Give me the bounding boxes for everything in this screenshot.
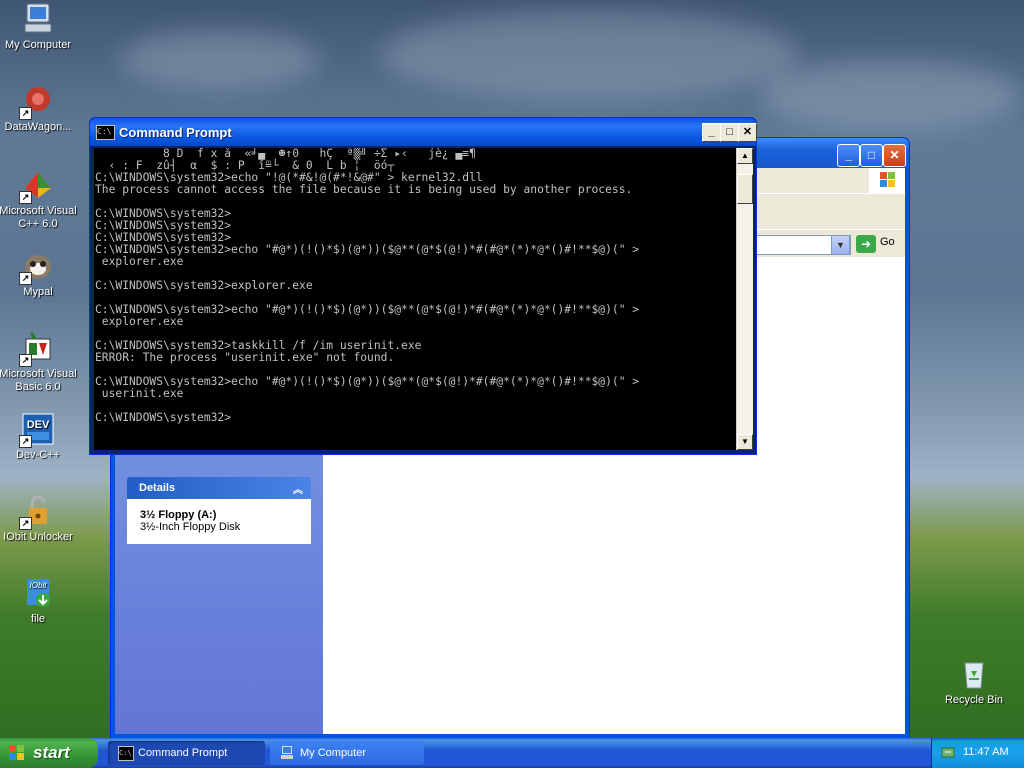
- details-item-name: 3½ Floppy (A:): [140, 509, 217, 521]
- console-line: C:\WINDOWS\system32>echo "#@*)(!()*$)(@*…: [95, 303, 640, 316]
- explorer-maximize-button[interactable]: □: [860, 144, 883, 167]
- cloud: [760, 60, 1020, 130]
- cmd-title: Command Prompt: [119, 125, 232, 140]
- desktop-icon-mypal[interactable]: ↗ Mypal: [0, 249, 80, 299]
- svg-text:DEV: DEV: [27, 419, 50, 431]
- console-line: C:\WINDOWS\system32>explorer.exe: [95, 279, 313, 292]
- cmd-close-button[interactable]: ✕: [738, 123, 757, 142]
- windows-logo-icon: [869, 168, 905, 193]
- explorer-close-button[interactable]: ✕: [883, 144, 906, 167]
- cloud: [120, 30, 320, 90]
- command-prompt-window[interactable]: C:\ Command Prompt _ □ ✕ 8 D f x å «╛▄ ☻…: [89, 117, 757, 455]
- go-arrow-icon[interactable]: ➜: [856, 235, 876, 253]
- console-output[interactable]: 8 D f x å «╛▄ ☻↑0 hÇ ª▒╝ ÷Σ ▸‹ jè¿ ▄≡¶ ‹…: [94, 148, 736, 450]
- desktop-icon-recycle-bin[interactable]: Recycle Bin: [932, 657, 1016, 707]
- scroll-down-button[interactable]: ▼: [737, 434, 753, 450]
- console-line: C:\WINDOWS\system32>: [95, 411, 232, 424]
- taskbar: start C:\ Command Prompt My Computer 11:…: [0, 738, 1024, 768]
- desktop-icon-file[interactable]: IObit file: [0, 576, 80, 626]
- start-label: start: [33, 743, 70, 762]
- scroll-up-button[interactable]: ▲: [737, 148, 753, 164]
- system-tray: 11:47 AM: [931, 738, 1024, 768]
- console-line: C:\WINDOWS\system32>echo "#@*)(!()*$)(@*…: [95, 243, 640, 256]
- file-icon: IObit: [21, 576, 55, 610]
- cmd-minimize-button[interactable]: _: [702, 123, 721, 142]
- my-computer-icon: [281, 746, 293, 759]
- cloud: [380, 10, 800, 100]
- desktop-icon-visual-basic[interactable]: ↗ Microsoft Visual Basic 6.0: [0, 331, 80, 394]
- desktop-icon-my-computer[interactable]: My Computer: [0, 2, 80, 52]
- address-dropdown-button[interactable]: ▼: [831, 235, 850, 255]
- details-item-type: 3½-Inch Floppy Disk: [140, 521, 241, 533]
- datawagon-icon: ↗: [19, 84, 55, 120]
- clock[interactable]: 11:47 AM: [963, 746, 1009, 758]
- shortcut-arrow-icon: ↗: [19, 354, 32, 367]
- visual-basic-icon: ↗: [19, 331, 55, 367]
- cmd-icon: C:\: [96, 125, 115, 140]
- taskbar-button-command-prompt[interactable]: C:\ Command Prompt: [108, 741, 265, 765]
- windows-flag-icon: [9, 745, 24, 760]
- console-line: The process cannot access the file becau…: [95, 183, 633, 196]
- desktop-icon-devcpp[interactable]: DEV ↗ Dev-C++: [0, 412, 80, 462]
- shortcut-arrow-icon: ↗: [19, 107, 32, 120]
- collapse-chevron-icon[interactable]: ︽: [293, 481, 303, 496]
- desktop-icon-iobit-unlocker[interactable]: ↗ IObit Unlocker: [0, 494, 80, 544]
- console-line: userinit.exe: [95, 387, 184, 400]
- details-body: 3½ Floppy (A:) 3½-Inch Floppy Disk: [127, 499, 311, 544]
- shortcut-arrow-icon: ↗: [19, 272, 32, 285]
- details-panel: Details ︽ 3½ Floppy (A:) 3½-Inch Floppy …: [127, 477, 311, 544]
- tray-network-icon[interactable]: [941, 746, 955, 759]
- my-computer-icon: [21, 2, 55, 36]
- recycle-bin-icon: [957, 657, 991, 691]
- svg-text:IObit: IObit: [30, 581, 48, 590]
- taskbar-button-my-computer[interactable]: My Computer: [270, 741, 424, 765]
- explorer-minimize-button[interactable]: _: [837, 144, 860, 167]
- devcpp-icon: DEV ↗: [19, 412, 55, 448]
- start-button[interactable]: start: [0, 738, 98, 768]
- shortcut-arrow-icon: ↗: [19, 435, 32, 448]
- desktop-icon-datawagon[interactable]: ↗ DataWagon...: [0, 84, 80, 134]
- cmd-maximize-button[interactable]: □: [720, 123, 739, 142]
- console-line: C:\WINDOWS\system32>echo "#@*)(!()*$)(@*…: [95, 375, 640, 388]
- mypal-icon: ↗: [19, 249, 55, 285]
- console-line: explorer.exe: [95, 255, 184, 268]
- details-header[interactable]: Details ︽: [127, 477, 311, 499]
- shortcut-arrow-icon: ↗: [19, 517, 32, 530]
- go-button[interactable]: Go: [880, 236, 895, 248]
- console-line: explorer.exe: [95, 315, 184, 328]
- scroll-thumb[interactable]: [737, 174, 753, 204]
- cmd-icon: C:\: [118, 746, 134, 761]
- iobit-unlocker-icon: ↗: [19, 494, 55, 530]
- console-line: ERROR: The process "userinit.exe" not fo…: [95, 351, 395, 364]
- console-scrollbar[interactable]: ▲ ▼: [736, 148, 753, 450]
- desktop-icon-visual-cpp[interactable]: ↗ Microsoft Visual C++ 6.0: [0, 168, 80, 231]
- cmd-titlebar[interactable]: C:\ Command Prompt _ □ ✕: [90, 118, 757, 146]
- shortcut-arrow-icon: ↗: [19, 191, 32, 204]
- visual-cpp-icon: ↗: [19, 168, 55, 204]
